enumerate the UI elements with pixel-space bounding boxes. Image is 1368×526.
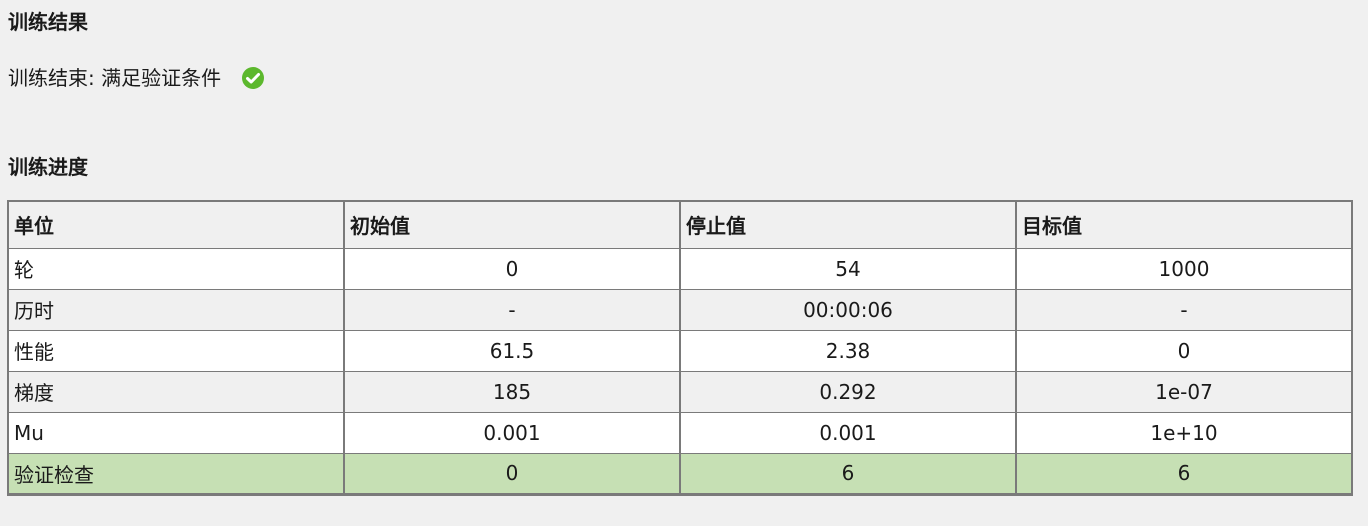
table-header-row: 单位 初始值 停止值 目标值 — [7, 200, 1353, 249]
initial-value-cell: 0 — [343, 247, 681, 290]
target-value-cell: - — [1015, 288, 1353, 331]
initial-value-cell: 0.001 — [343, 411, 681, 454]
target-value-cell: 1e+10 — [1015, 411, 1353, 454]
stopped-value-cell: 54 — [679, 247, 1017, 290]
table-row-performance: 性能 61.5 2.38 0 — [7, 329, 1353, 372]
initial-value-cell: 0 — [343, 452, 681, 495]
stopped-value-cell: 0.001 — [679, 411, 1017, 454]
row-label: 性能 — [7, 329, 345, 372]
table-row-elapsed: 历时 - 00:00:06 - — [7, 288, 1353, 331]
initial-value-cell: 185 — [343, 370, 681, 413]
stopped-value-cell: 2.38 — [679, 329, 1017, 372]
training-status: 训练结束: 满足验证条件 — [8, 64, 265, 92]
header-initial-value: 初始值 — [343, 200, 681, 249]
training-status-text: 训练结束: 满足验证条件 — [8, 66, 222, 90]
target-value-cell: 1000 — [1015, 247, 1353, 290]
row-label: 历时 — [7, 288, 345, 331]
training-progress-title: 训练进度 — [8, 155, 88, 179]
header-stopped-value: 停止值 — [679, 200, 1017, 249]
training-results-title: 训练结果 — [8, 10, 88, 34]
row-label: Mu — [7, 411, 345, 454]
row-label: 梯度 — [7, 370, 345, 413]
target-value-cell: 1e-07 — [1015, 370, 1353, 413]
training-progress-table-container: 单位 初始值 停止值 目标值 轮 0 54 1000 历时 - 00:00:06… — [7, 200, 1353, 496]
target-value-cell: 6 — [1015, 452, 1353, 495]
training-progress-table: 单位 初始值 停止值 目标值 轮 0 54 1000 历时 - 00:00:06… — [7, 200, 1353, 496]
initial-value-cell: - — [343, 288, 681, 331]
header-unit: 单位 — [7, 200, 345, 249]
row-label: 轮 — [7, 247, 345, 290]
table-row-validation-checks: 验证检查 0 6 6 — [7, 452, 1353, 495]
table-row-gradient: 梯度 185 0.292 1e-07 — [7, 370, 1353, 413]
stopped-value-cell: 00:00:06 — [679, 288, 1017, 331]
stopped-value-cell: 0.292 — [679, 370, 1017, 413]
table-row-mu: Mu 0.001 0.001 1e+10 — [7, 411, 1353, 454]
header-target-value: 目标值 — [1015, 200, 1353, 249]
initial-value-cell: 61.5 — [343, 329, 681, 372]
check-circle-icon — [241, 66, 265, 90]
stopped-value-cell: 6 — [679, 452, 1017, 495]
table-row-epoch: 轮 0 54 1000 — [7, 247, 1353, 290]
target-value-cell: 0 — [1015, 329, 1353, 372]
row-label: 验证检查 — [7, 452, 345, 495]
